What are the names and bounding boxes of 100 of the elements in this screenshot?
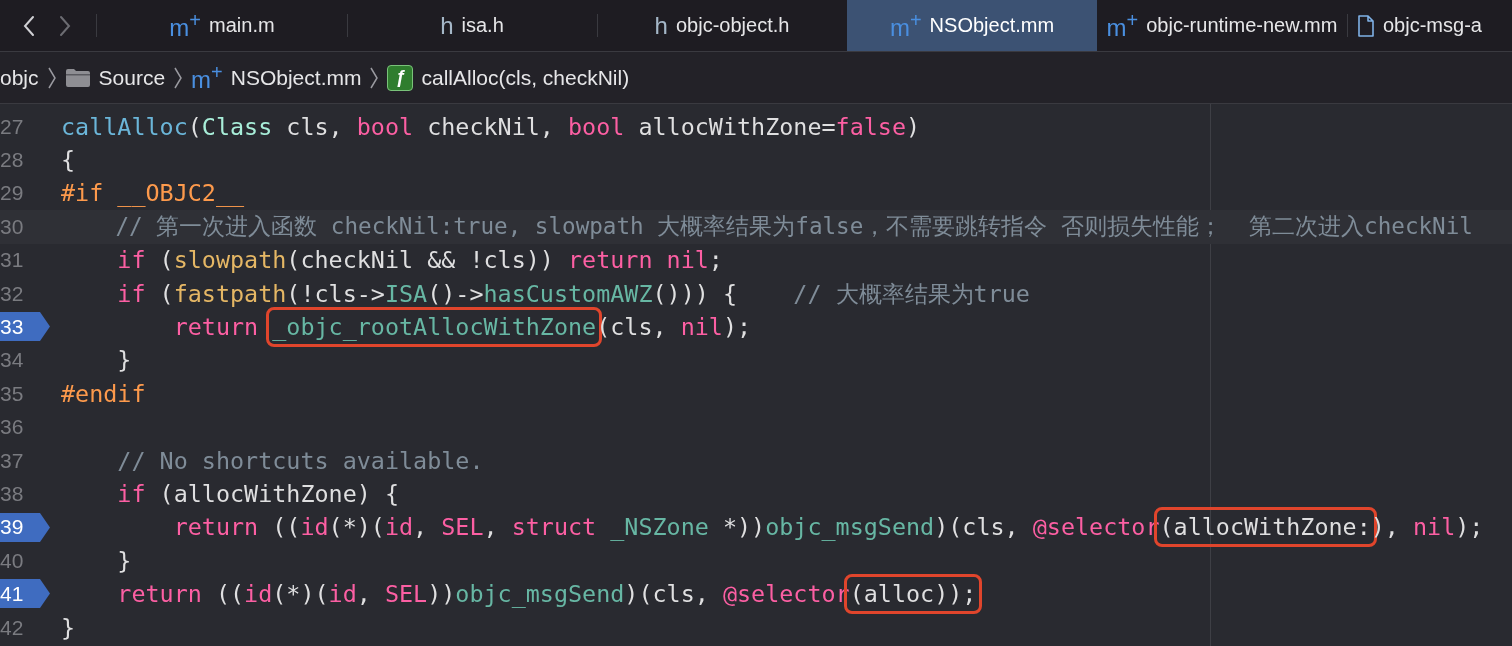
code-token: SEL (384, 580, 428, 609)
code-token: } (61, 613, 76, 642)
code-token: ) (906, 112, 921, 141)
code-token: (( (271, 513, 301, 542)
code-token: (checkNil && !cls)) (286, 246, 555, 275)
code-token: )(cls, (934, 513, 1020, 542)
code-token: // 大概率结果为true (793, 279, 1030, 308)
code-token: (*)( (328, 513, 385, 542)
editor-tab[interactable]: h objc-object.h (597, 0, 847, 51)
code-token: ())) { (652, 279, 738, 308)
line-number: 32 (0, 281, 22, 306)
code-token: if (116, 246, 146, 275)
code-token: allocWithZone= (637, 112, 836, 141)
code-token: ( (158, 279, 174, 308)
code-token: // 第一次进入函数 checkNil:true, slowpath 大概率结果为false，不需要跳转指令 否则损失性能； 第二次进入checkNil (114, 213, 1473, 240)
code-token: hasCustomAWZ (483, 279, 653, 308)
code-token: *)) (721, 513, 766, 542)
code-token: objc_msgSend (455, 580, 625, 609)
code-token: nil (680, 313, 723, 342)
code-token: objc_msgSend (765, 513, 935, 542)
code-token: bool (568, 112, 625, 141)
code-token: false (835, 112, 907, 141)
code-token: } (116, 346, 132, 375)
code-token: , (413, 513, 429, 542)
breakpoint-marker[interactable] (0, 312, 50, 342)
code-token: cls, (285, 112, 344, 141)
code-token: ( (187, 112, 202, 141)
code-token: id (384, 513, 414, 542)
code-token: fastpath (173, 279, 287, 308)
line-number: 40 (0, 548, 22, 573)
code-token: ); (722, 313, 752, 342)
folder-icon (64, 67, 91, 88)
line-number: 30 (0, 214, 22, 239)
line-number: 38 (0, 482, 22, 506)
breakpoint-marker[interactable] (0, 579, 50, 609)
chevron-icon (173, 65, 184, 90)
code-token: (!cls-> (286, 279, 385, 308)
line-number: 36 (0, 415, 22, 440)
code-token: , (483, 513, 499, 542)
line-number: 41 (0, 582, 22, 607)
code-token: ( (158, 246, 174, 275)
code-token: nil (1413, 513, 1456, 542)
code-token: id (300, 513, 329, 542)
line-number: 39 (0, 515, 22, 540)
code-token: { (61, 146, 76, 175)
line-number: 35 (0, 381, 22, 406)
code-token: return (116, 580, 202, 609)
forward-icon[interactable] (58, 13, 72, 38)
editor-tab[interactable]: m$^{+}$ objc-runtime-new.mm (1097, 0, 1347, 51)
code-token: struct (511, 513, 598, 542)
code-token: )) (427, 580, 456, 609)
breakpoint-marker[interactable] (0, 512, 50, 542)
code-token: id (244, 580, 273, 609)
chevron-icon (369, 65, 380, 90)
code-token: (*)( (272, 580, 329, 609)
code-token: return (568, 246, 654, 275)
line-number: 29 (0, 181, 22, 206)
editor-tab[interactable]: h isa.h (347, 0, 597, 51)
code-token: ; (708, 246, 723, 275)
code-token: } (116, 546, 132, 575)
breadcrumb-item[interactable]: m$^{+}$ NSObject.mm (191, 61, 362, 94)
code-token: ()-> (427, 279, 484, 308)
line-number: 27 (0, 114, 22, 139)
code-token: #endif (61, 379, 146, 408)
code-token: return (172, 313, 260, 342)
line-number: 37 (0, 448, 22, 473)
code-token: (allocWithZone) { (158, 480, 399, 508)
breadcrumb-item[interactable]: Source (64, 65, 166, 90)
code-token: , (356, 580, 372, 609)
code-token: #if __OBJC2__ (61, 179, 245, 208)
code-token: bool (356, 112, 414, 141)
editor-tab[interactable]: m$^{+}$ NSObject.mm (847, 0, 1097, 51)
line-number: 42 (0, 615, 22, 640)
code-token: callAlloc (61, 112, 188, 141)
code-token: Class (201, 112, 273, 141)
editor-tab[interactable]: objc-msg-a (1347, 0, 1482, 51)
line-number: 33 (0, 315, 22, 340)
code-token: nil (666, 246, 709, 275)
document-icon (1357, 13, 1375, 38)
code-token: ISA (384, 279, 428, 308)
code-token: slowpath (173, 246, 287, 275)
code-token: _NSZone (610, 513, 709, 542)
code-token: // No shortcuts available. (116, 446, 484, 475)
line-number: 28 (0, 148, 22, 173)
code-token: checkNil, (426, 112, 555, 141)
line-number: 34 (0, 348, 22, 373)
back-icon[interactable] (22, 13, 36, 38)
code-token: return (172, 513, 259, 542)
code-token: (( (214, 580, 245, 609)
breadcrumb-item[interactable]: objc (0, 65, 39, 90)
code-token: if (116, 480, 146, 508)
code-token: if (116, 279, 146, 308)
code-token: )(cls, (624, 580, 710, 609)
code-token: ); (1455, 513, 1484, 542)
code-token: SEL (441, 513, 484, 542)
code-token: id (328, 580, 357, 609)
editor-tab[interactable]: m$^{+}$ main.m (97, 0, 347, 51)
chevron-icon (46, 65, 57, 90)
line-number: 31 (0, 248, 22, 273)
breadcrumb-item[interactable]: ƒ callAlloc(cls, checkNil) (387, 64, 630, 91)
